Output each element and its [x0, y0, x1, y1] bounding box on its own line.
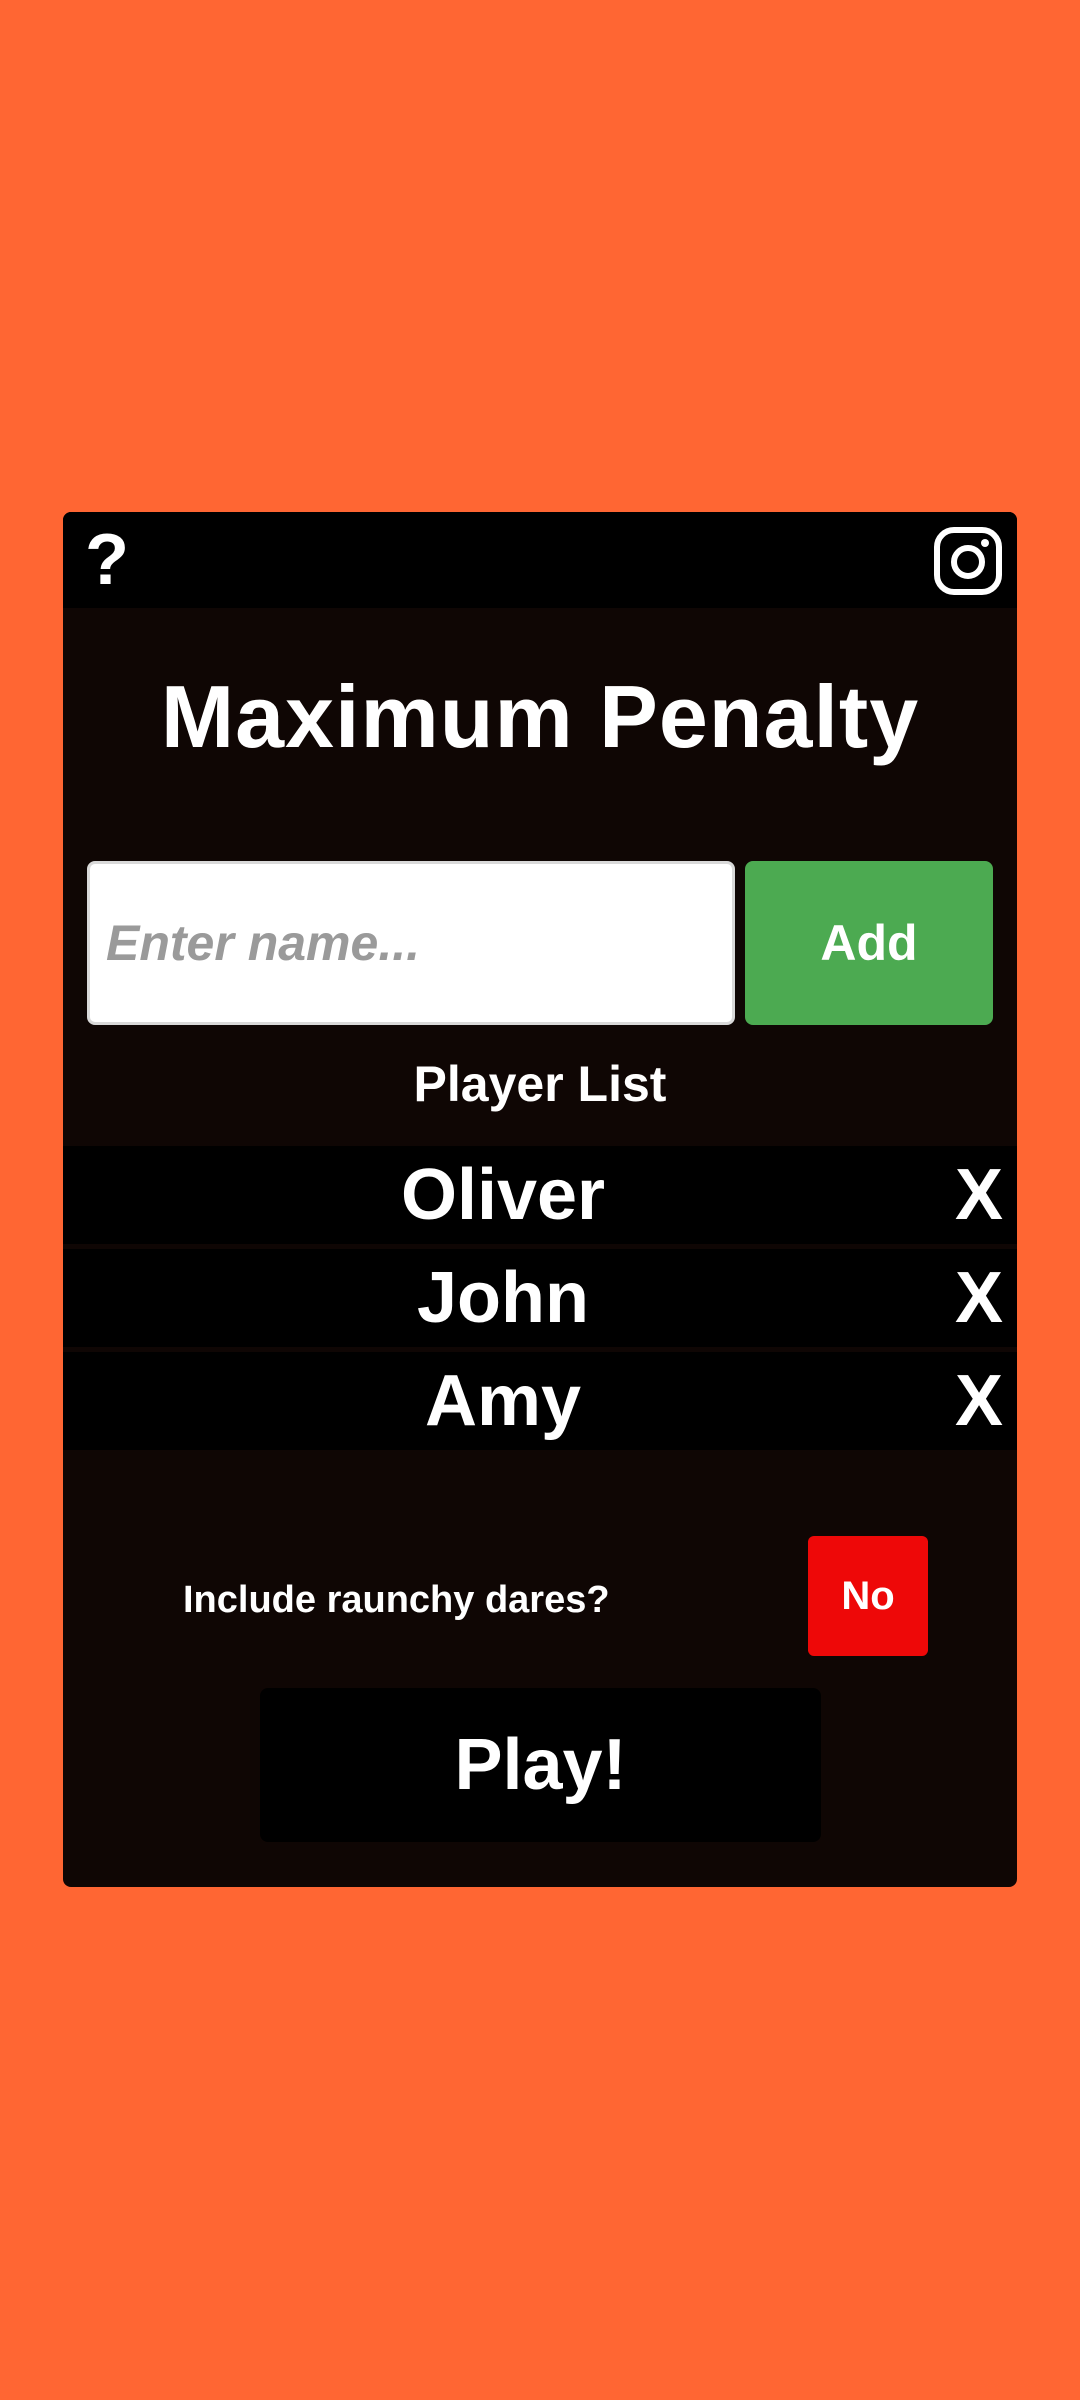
player-name: Amy: [424, 1361, 582, 1441]
remove-player-button[interactable]: X: [955, 1146, 1003, 1244]
player-row: Amy X: [63, 1352, 1017, 1450]
player-list-heading: Player List: [413, 1056, 667, 1112]
raunchy-dares-toggle[interactable]: No: [808, 1536, 928, 1656]
player-row: John X: [63, 1249, 1017, 1347]
player-name: Oliver: [400, 1155, 606, 1235]
remove-player-button[interactable]: X: [955, 1352, 1003, 1450]
remove-player-button[interactable]: X: [955, 1249, 1003, 1347]
player-name: John: [417, 1258, 589, 1338]
main-card: ? Maximum Penalty Add Player List Oliver…: [63, 512, 1017, 1887]
player-row: Oliver X: [63, 1146, 1017, 1244]
add-button[interactable]: Add: [745, 861, 993, 1025]
name-input[interactable]: [87, 861, 735, 1025]
play-button[interactable]: Play!: [260, 1688, 821, 1842]
instagram-icon[interactable]: [933, 526, 1003, 596]
question-mark-icon[interactable]: ?: [85, 516, 129, 604]
top-bar: ?: [63, 512, 1017, 608]
app-title: Maximum Penalty: [160, 667, 920, 766]
raunchy-dares-label: Include raunchy dares?: [183, 1579, 610, 1621]
